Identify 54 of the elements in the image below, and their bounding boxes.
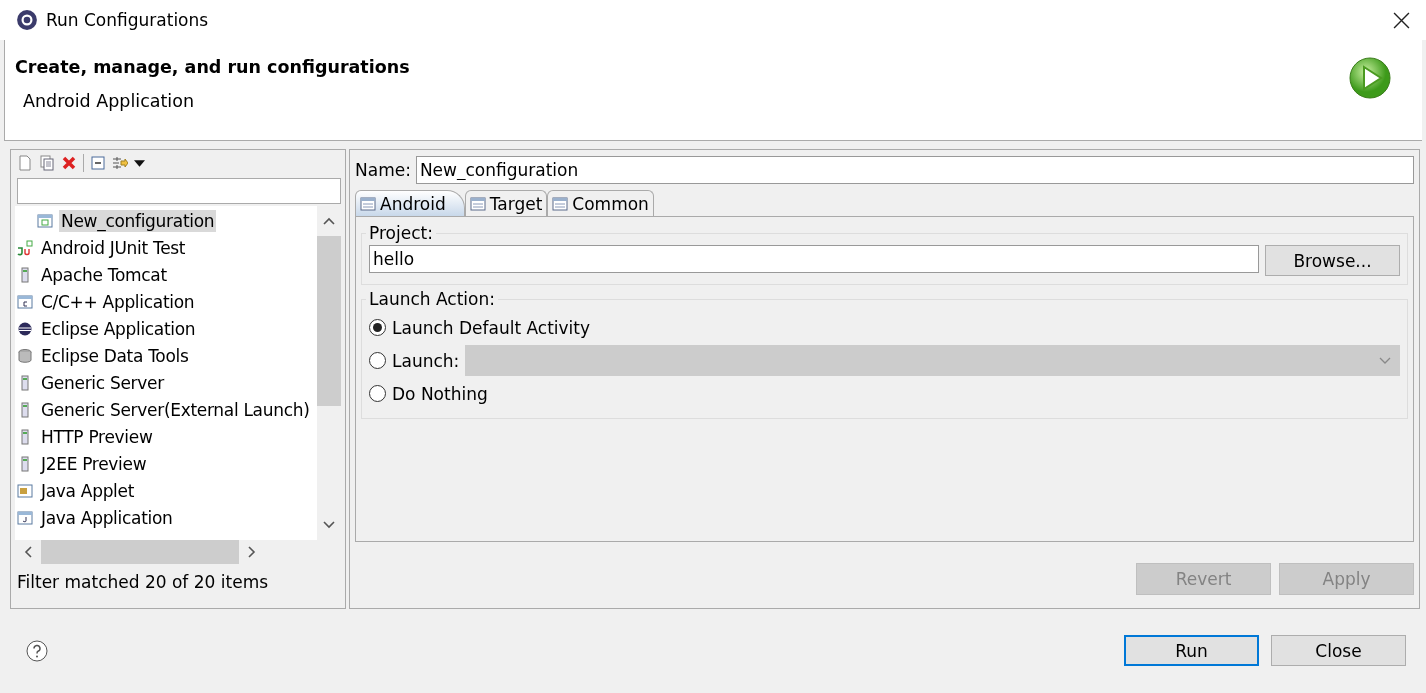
filter-status: Filter matched 20 of 20 items (16, 571, 270, 592)
project-field[interactable]: hello (369, 245, 1259, 273)
tab-icon (469, 195, 486, 212)
header-title: Create, manage, and run configurations (15, 57, 410, 77)
tree-item[interactable]: Generic Server(External Launch) (39, 398, 312, 421)
duplicate-icon[interactable] (39, 155, 55, 171)
vertical-scrollbar[interactable] (317, 206, 341, 540)
dialog-button[interactable]: Close (1271, 635, 1406, 666)
tree-item[interactable]: Eclipse Data Tools (39, 344, 191, 367)
close-icon[interactable] (1393, 11, 1410, 29)
radio-button[interactable] (369, 385, 386, 402)
help-icon[interactable] (26, 639, 48, 662)
window-title: Run Configurations (46, 10, 210, 30)
collapse-icon[interactable] (90, 155, 106, 171)
dialog-button[interactable]: Run (1124, 635, 1259, 666)
name-field[interactable]: New_configuration (415, 156, 1414, 184)
launch-type-icon (17, 347, 33, 364)
tab[interactable]: Android (355, 190, 465, 216)
tree-item[interactable]: Generic Server (39, 371, 166, 394)
tab[interactable]: Common (547, 190, 654, 216)
radio-label[interactable]: Launch Default Activity (392, 317, 591, 338)
scroll-right-icon[interactable] (248, 546, 256, 558)
header-subtitle: Android Application (22, 91, 195, 111)
tree-item[interactable]: C/C++ Application (39, 290, 197, 313)
scroll-down-icon[interactable] (323, 521, 335, 529)
app-icon (16, 9, 38, 31)
filter-field[interactable] (17, 178, 341, 204)
filter-icon[interactable] (112, 155, 128, 171)
tree-item[interactable]: Eclipse Application (39, 317, 198, 340)
tab-icon (552, 195, 569, 212)
tree-item[interactable]: J2EE Preview (39, 452, 149, 475)
tree-item[interactable]: New_configuration (59, 209, 217, 232)
scroll-up-icon[interactable] (323, 217, 335, 225)
group-label: Launch Action: (368, 289, 496, 309)
radio-button[interactable] (369, 319, 386, 336)
tree-item[interactable]: Apache Tomcat (39, 263, 169, 286)
scroll-left-icon[interactable] (24, 546, 32, 558)
scrollbar-thumb[interactable] (41, 540, 239, 564)
browse-button[interactable]: Browse... (1265, 245, 1400, 276)
launch-type-icon (17, 239, 33, 256)
tree-item[interactable]: Java Application (39, 506, 175, 529)
launch-type-icon (37, 212, 53, 229)
group-label: Project: (368, 223, 434, 243)
tab-icon (360, 195, 376, 212)
scrollbar-thumb[interactable] (317, 236, 341, 406)
delete-icon[interactable] (61, 155, 77, 171)
tree-item[interactable]: Java Applet (39, 479, 137, 502)
tab[interactable]: Target (464, 190, 548, 216)
tree-item[interactable]: HTTP Preview (39, 425, 155, 448)
name-label: Name: (355, 160, 411, 180)
dropdown-caret-icon[interactable] (134, 159, 145, 167)
radio-label[interactable]: Do Nothing (392, 383, 488, 404)
play-icon (1348, 56, 1392, 100)
tree-item[interactable]: Android JUnit Test (39, 236, 188, 259)
